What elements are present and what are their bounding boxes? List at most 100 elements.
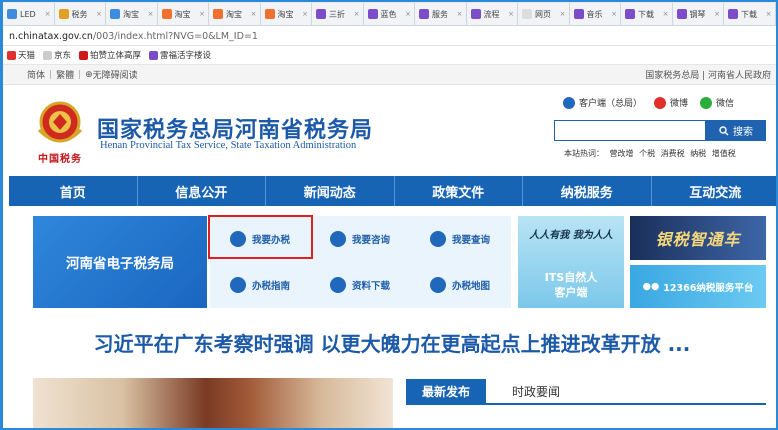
- accessibility-icon: ⊕: [85, 69, 93, 80]
- tab-favicon-icon: [110, 9, 120, 19]
- service-map[interactable]: 办税地图: [410, 262, 510, 308]
- browser-tab[interactable]: 蓝色 ×: [363, 3, 415, 25]
- nav-policy[interactable]: 政策文件: [395, 176, 523, 206]
- tab-favicon-icon: [522, 9, 532, 19]
- close-icon[interactable]: ×: [199, 10, 205, 18]
- hot-word[interactable]: 增值税: [712, 149, 736, 158]
- nav-home[interactable]: 首页: [9, 176, 138, 206]
- browser-tab-title: 蓝色: [380, 9, 397, 19]
- browser-tab[interactable]: 钢琴 ×: [672, 3, 724, 25]
- bookmark-item[interactable]: 雷福活字楼设: [149, 49, 211, 61]
- service-download[interactable]: 资料下载: [310, 262, 410, 308]
- nav-tax-service[interactable]: 纳税服务: [523, 176, 652, 206]
- quick-link[interactable]: 微信: [700, 96, 734, 109]
- bookmark-icon: [7, 50, 16, 60]
- service-label: 资料下载: [351, 281, 390, 292]
- service-label: 办税指南: [251, 281, 290, 292]
- close-icon[interactable]: ×: [96, 10, 102, 18]
- browser-tab[interactable]: 服务 ×: [415, 3, 467, 25]
- browser-tab[interactable]: 下载 ×: [724, 3, 776, 25]
- browser-window: LED × 税务 × 淘宝 × 淘宝 × 淘宝 × 淘宝 × 三折 × 蓝色 × 服务 × 流程 × 网页 × 音乐 × 下载 ×…: [0, 0, 778, 430]
- close-icon[interactable]: ×: [302, 10, 308, 18]
- close-icon[interactable]: ×: [508, 10, 514, 18]
- browser-tab[interactable]: 下载 ×: [621, 3, 673, 25]
- browser-tab[interactable]: 网页 ×: [518, 3, 570, 25]
- traditional-chinese-link[interactable]: 繁體: [56, 68, 74, 81]
- browser-tab-title: 音乐: [586, 9, 603, 19]
- bookmark-label: 雷福活字楼设: [160, 51, 212, 61]
- bookmark-icon: [43, 50, 53, 60]
- bank-tax-banner[interactable]: 银税智通车: [630, 216, 766, 260]
- close-icon[interactable]: ×: [251, 10, 257, 18]
- consult-icon: [329, 231, 346, 247]
- tab-politics[interactable]: 时政要闻: [496, 379, 576, 403]
- tab-favicon-icon: [728, 9, 738, 19]
- close-icon[interactable]: ×: [354, 10, 360, 18]
- top-right-links[interactable]: 国家税务总局 | 河南省人民政府: [645, 68, 771, 81]
- hot-word[interactable]: 营改增: [610, 149, 634, 158]
- close-icon[interactable]: ×: [611, 10, 617, 18]
- 12366-platform-banner[interactable]: ●● 12366纳税服务平台: [630, 265, 766, 308]
- browser-tab[interactable]: 淘宝 ×: [106, 3, 158, 25]
- browser-tab-title: 下载: [638, 9, 654, 19]
- service-tax-handling[interactable]: 我要办税: [210, 216, 310, 262]
- close-icon[interactable]: ×: [663, 10, 669, 18]
- close-icon[interactable]: ×: [148, 10, 154, 18]
- nav-news[interactable]: 新闻动态: [266, 176, 395, 206]
- hot-word[interactable]: 消费税: [661, 149, 685, 158]
- service-label: 我要咨询: [351, 235, 390, 246]
- platform-icon: ●●: [642, 281, 660, 292]
- service-consult[interactable]: 我要咨询: [310, 216, 410, 262]
- browser-tab-title: 税务: [71, 9, 88, 19]
- bookmark-item[interactable]: 京东: [43, 49, 71, 61]
- accessible-reading-link[interactable]: 无障碍阅读: [93, 68, 138, 81]
- bookmark-label: 天猫: [18, 51, 36, 61]
- browser-tab-title: 钢琴: [689, 9, 706, 19]
- e-tax-bureau-button[interactable]: 河南省电子税务局: [33, 216, 207, 308]
- service-grid: 我要办税 我要咨询 我要查询 办税指南 资料下载 办税地图: [210, 216, 511, 308]
- map-pin-icon: [429, 277, 446, 293]
- service-query[interactable]: 我要查询: [410, 216, 510, 262]
- browser-tab[interactable]: 税务 ×: [54, 3, 106, 25]
- simplified-chinese-link[interactable]: 简体: [27, 68, 45, 81]
- close-icon[interactable]: ×: [405, 10, 411, 18]
- close-icon[interactable]: ×: [766, 10, 772, 18]
- news-photo[interactable]: [33, 378, 393, 428]
- quick-link[interactable]: 微博: [654, 96, 688, 109]
- tab-favicon-icon: [367, 9, 378, 19]
- nav-info-disclosure[interactable]: 信息公开: [138, 176, 266, 206]
- search-input[interactable]: [554, 120, 706, 141]
- quick-link-label: 客户端（总局）: [579, 99, 643, 109]
- news-tabs: 最新发布 时政要闻: [406, 379, 766, 405]
- browser-tab[interactable]: 音乐 ×: [569, 3, 621, 25]
- bookmark-icon: [79, 50, 89, 60]
- close-icon[interactable]: ×: [45, 10, 51, 18]
- site-subtitle: Henan Provincial Tax Service, State Taxa…: [100, 140, 357, 151]
- browser-tab[interactable]: LED ×: [3, 3, 55, 25]
- divider: |: [49, 69, 53, 80]
- hot-word[interactable]: 个税: [639, 149, 655, 158]
- address-bar[interactable]: n.chinatax.gov.cn/003/index.html?NVG=0&L…: [3, 27, 776, 46]
- browser-tab[interactable]: 流程 ×: [466, 3, 518, 25]
- close-icon[interactable]: ×: [457, 10, 463, 18]
- nav-interaction[interactable]: 互动交流: [652, 176, 777, 206]
- search-button[interactable]: 搜索: [706, 120, 766, 141]
- quick-link[interactable]: 客户端（总局）: [563, 96, 642, 109]
- browser-tab[interactable]: 淘宝 ×: [260, 3, 312, 25]
- hot-word[interactable]: 纳税: [690, 149, 706, 158]
- service-guide[interactable]: 办税指南: [210, 262, 310, 308]
- headline-news[interactable]: 习近平在广东考察时强调 以更大魄力在更高起点上推进改革开放 ...: [3, 328, 776, 357]
- its-label: ITS自然人 客户端: [518, 270, 624, 300]
- close-icon[interactable]: ×: [714, 10, 720, 18]
- tab-latest[interactable]: 最新发布: [406, 379, 486, 403]
- bookmark-item[interactable]: 铂赞立体高厚: [79, 49, 141, 61]
- tax-emblem-icon: [37, 101, 83, 143]
- browser-tab-title: 流程: [483, 9, 500, 19]
- browser-tab[interactable]: 淘宝 ×: [157, 3, 209, 25]
- browser-tab[interactable]: 三折 ×: [312, 3, 364, 25]
- bookmark-item[interactable]: 天猫: [7, 49, 35, 61]
- browser-tab[interactable]: 淘宝 ×: [209, 3, 261, 25]
- its-client-banner[interactable]: 人人有我 我为人人 ITS自然人 客户端: [518, 216, 624, 308]
- close-icon[interactable]: ×: [560, 10, 566, 18]
- its-label-line: ITS自然人: [544, 271, 598, 284]
